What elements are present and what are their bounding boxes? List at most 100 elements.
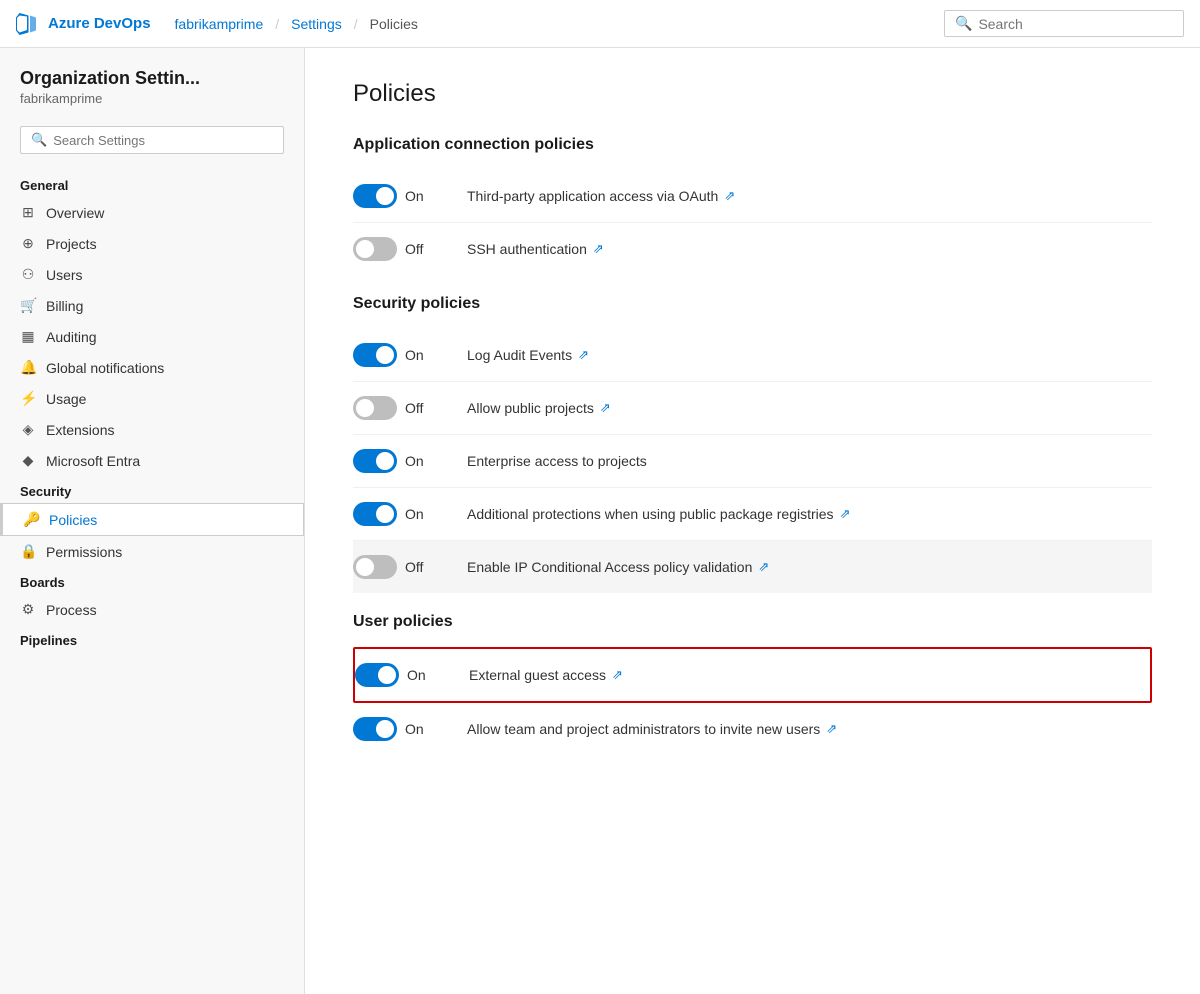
toggle-knob-enterprise-access <box>376 452 394 470</box>
policy-row-pkg-registries: On Additional protections when using pub… <box>353 488 1152 541</box>
policy-link-invite-admins[interactable]: ⇗ <box>826 721 837 737</box>
policy-link-public-projects[interactable]: ⇗ <box>600 400 611 416</box>
permissions-icon: 🔒 <box>20 543 36 560</box>
policy-link-ssh[interactable]: ⇗ <box>593 241 604 257</box>
azure-devops-logo[interactable]: Azure DevOps <box>16 12 151 36</box>
policy-link-log-audit[interactable]: ⇗ <box>578 347 589 363</box>
main-content: Policies Application connection policies… <box>305 48 1200 994</box>
toggle-label-enterprise-access: On <box>405 453 431 469</box>
policy-row-ssh: Off SSH authentication ⇗ <box>353 223 1152 275</box>
policy-row-invite-admins: On Allow team and project administrators… <box>353 703 1152 755</box>
azure-devops-icon <box>16 12 40 36</box>
toggle-public-projects[interactable]: Off <box>353 396 443 420</box>
breadcrumb-org[interactable]: fabrikamprime <box>175 16 264 32</box>
auditing-icon: ▦ <box>20 328 36 345</box>
sidebar-item-label: Users <box>46 267 83 283</box>
sidebar-item-label: Auditing <box>46 329 97 345</box>
page-title: Policies <box>353 80 1152 108</box>
toggle-track-invite-admins[interactable] <box>353 717 397 741</box>
highlighted-ext-guest-row: On External guest access ⇗ <box>353 647 1152 703</box>
sidebar-title: Organization Settin... <box>20 68 284 89</box>
toggle-ip-conditional[interactable]: Off <box>353 555 443 579</box>
toggle-label-oauth: On <box>405 188 431 204</box>
toggle-track-ssh[interactable] <box>353 237 397 261</box>
policy-row-log-audit: On Log Audit Events ⇗ <box>353 329 1152 382</box>
toggle-track-ext-guest[interactable] <box>355 663 399 687</box>
usage-icon: ⚡ <box>20 390 36 407</box>
sidebar-item-label: Overview <box>46 205 104 221</box>
breadcrumb-policies: Policies <box>370 16 418 32</box>
section-title-security: Security policies <box>353 295 1152 313</box>
toggle-label-ssh: Off <box>405 241 431 257</box>
policy-row-ip-conditional: Off Enable IP Conditional Access policy … <box>353 541 1152 593</box>
sidebar-item-overview[interactable]: ⊞ Overview <box>0 197 304 228</box>
sidebar-item-auditing[interactable]: ▦ Auditing <box>0 321 304 352</box>
sidebar-item-label: Usage <box>46 391 86 407</box>
toggle-track-public-projects[interactable] <box>353 396 397 420</box>
toggle-invite-admins[interactable]: On <box>353 717 443 741</box>
projects-icon: ⊕ <box>20 235 36 252</box>
toggle-oauth[interactable]: On <box>353 184 443 208</box>
toggle-track-log-audit[interactable] <box>353 343 397 367</box>
sidebar-item-permissions[interactable]: 🔒 Permissions <box>0 536 304 567</box>
user-policies-section: User policies On External guest access ⇗ <box>353 613 1152 755</box>
section-label-pipelines: Pipelines <box>0 625 304 652</box>
toggle-knob-oauth <box>376 187 394 205</box>
sidebar-search-input[interactable] <box>53 133 273 148</box>
section-label-boards: Boards <box>0 567 304 594</box>
top-navigation: Azure DevOps ​ fabrikamprime / Settings … <box>0 0 1200 48</box>
sidebar-item-label: Global notifications <box>46 360 164 376</box>
policy-name-oauth: Third-party application access via OAuth… <box>467 188 735 204</box>
sidebar-item-label: Extensions <box>46 422 114 438</box>
search-icon: 🔍 <box>31 132 47 148</box>
sidebar-item-microsoft-entra[interactable]: ◆ Microsoft Entra <box>0 445 304 476</box>
sidebar-item-label: Billing <box>46 298 83 314</box>
toggle-knob-ext-guest <box>378 666 396 684</box>
policy-link-ip-conditional[interactable]: ⇗ <box>758 559 769 575</box>
toggle-knob-log-audit <box>376 346 394 364</box>
sidebar-item-projects[interactable]: ⊕ Projects <box>0 228 304 259</box>
toggle-label-invite-admins: On <box>405 721 431 737</box>
sidebar: Organization Settin... fabrikamprime 🔍 G… <box>0 48 305 994</box>
users-icon: ⚇ <box>20 266 36 283</box>
toggle-knob-pkg-registries <box>376 505 394 523</box>
global-search-box[interactable]: 🔍 <box>944 10 1184 37</box>
toggle-track-oauth[interactable] <box>353 184 397 208</box>
toggle-ext-guest[interactable]: On <box>355 663 445 687</box>
sidebar-item-global-notifications[interactable]: 🔔 Global notifications <box>0 352 304 383</box>
toggle-pkg-registries[interactable]: On <box>353 502 443 526</box>
policy-row-oauth: On Third-party application access via OA… <box>353 170 1152 223</box>
toggle-knob-ip-conditional <box>356 558 374 576</box>
section-title-app-connection: Application connection policies <box>353 136 1152 154</box>
policy-link-pkg-registries[interactable]: ⇗ <box>840 506 851 522</box>
extensions-icon: ◈ <box>20 421 36 438</box>
toggle-track-enterprise-access[interactable] <box>353 449 397 473</box>
toggle-log-audit[interactable]: On <box>353 343 443 367</box>
sidebar-item-process[interactable]: ⚙ Process <box>0 594 304 625</box>
sidebar-item-usage[interactable]: ⚡ Usage <box>0 383 304 414</box>
section-label-general: General <box>0 170 304 197</box>
toggle-ssh[interactable]: Off <box>353 237 443 261</box>
overview-icon: ⊞ <box>20 204 36 221</box>
sidebar-item-label: Permissions <box>46 544 122 560</box>
sidebar-item-label: Microsoft Entra <box>46 453 140 469</box>
toggle-knob-invite-admins <box>376 720 394 738</box>
policy-name-invite-admins: Allow team and project administrators to… <box>467 721 837 737</box>
policy-link-ext-guest[interactable]: ⇗ <box>612 667 623 683</box>
sidebar-item-extensions[interactable]: ◈ Extensions <box>0 414 304 445</box>
policy-link-oauth[interactable]: ⇗ <box>724 188 735 204</box>
toggle-track-pkg-registries[interactable] <box>353 502 397 526</box>
toggle-knob-ssh <box>356 240 374 258</box>
sidebar-item-policies[interactable]: 🔑 Policies <box>0 503 304 536</box>
search-input[interactable] <box>978 16 1173 32</box>
policy-name-log-audit: Log Audit Events ⇗ <box>467 347 589 363</box>
policy-row-public-projects: Off Allow public projects ⇗ <box>353 382 1152 435</box>
policies-icon: 🔑 <box>23 511 39 528</box>
toggle-enterprise-access[interactable]: On <box>353 449 443 473</box>
breadcrumb-settings[interactable]: Settings <box>291 16 342 32</box>
sidebar-item-users[interactable]: ⚇ Users <box>0 259 304 290</box>
sidebar-search-box[interactable]: 🔍 <box>20 126 284 154</box>
search-icon: 🔍 <box>955 15 972 32</box>
toggle-track-ip-conditional[interactable] <box>353 555 397 579</box>
sidebar-item-billing[interactable]: 🛒 Billing <box>0 290 304 321</box>
